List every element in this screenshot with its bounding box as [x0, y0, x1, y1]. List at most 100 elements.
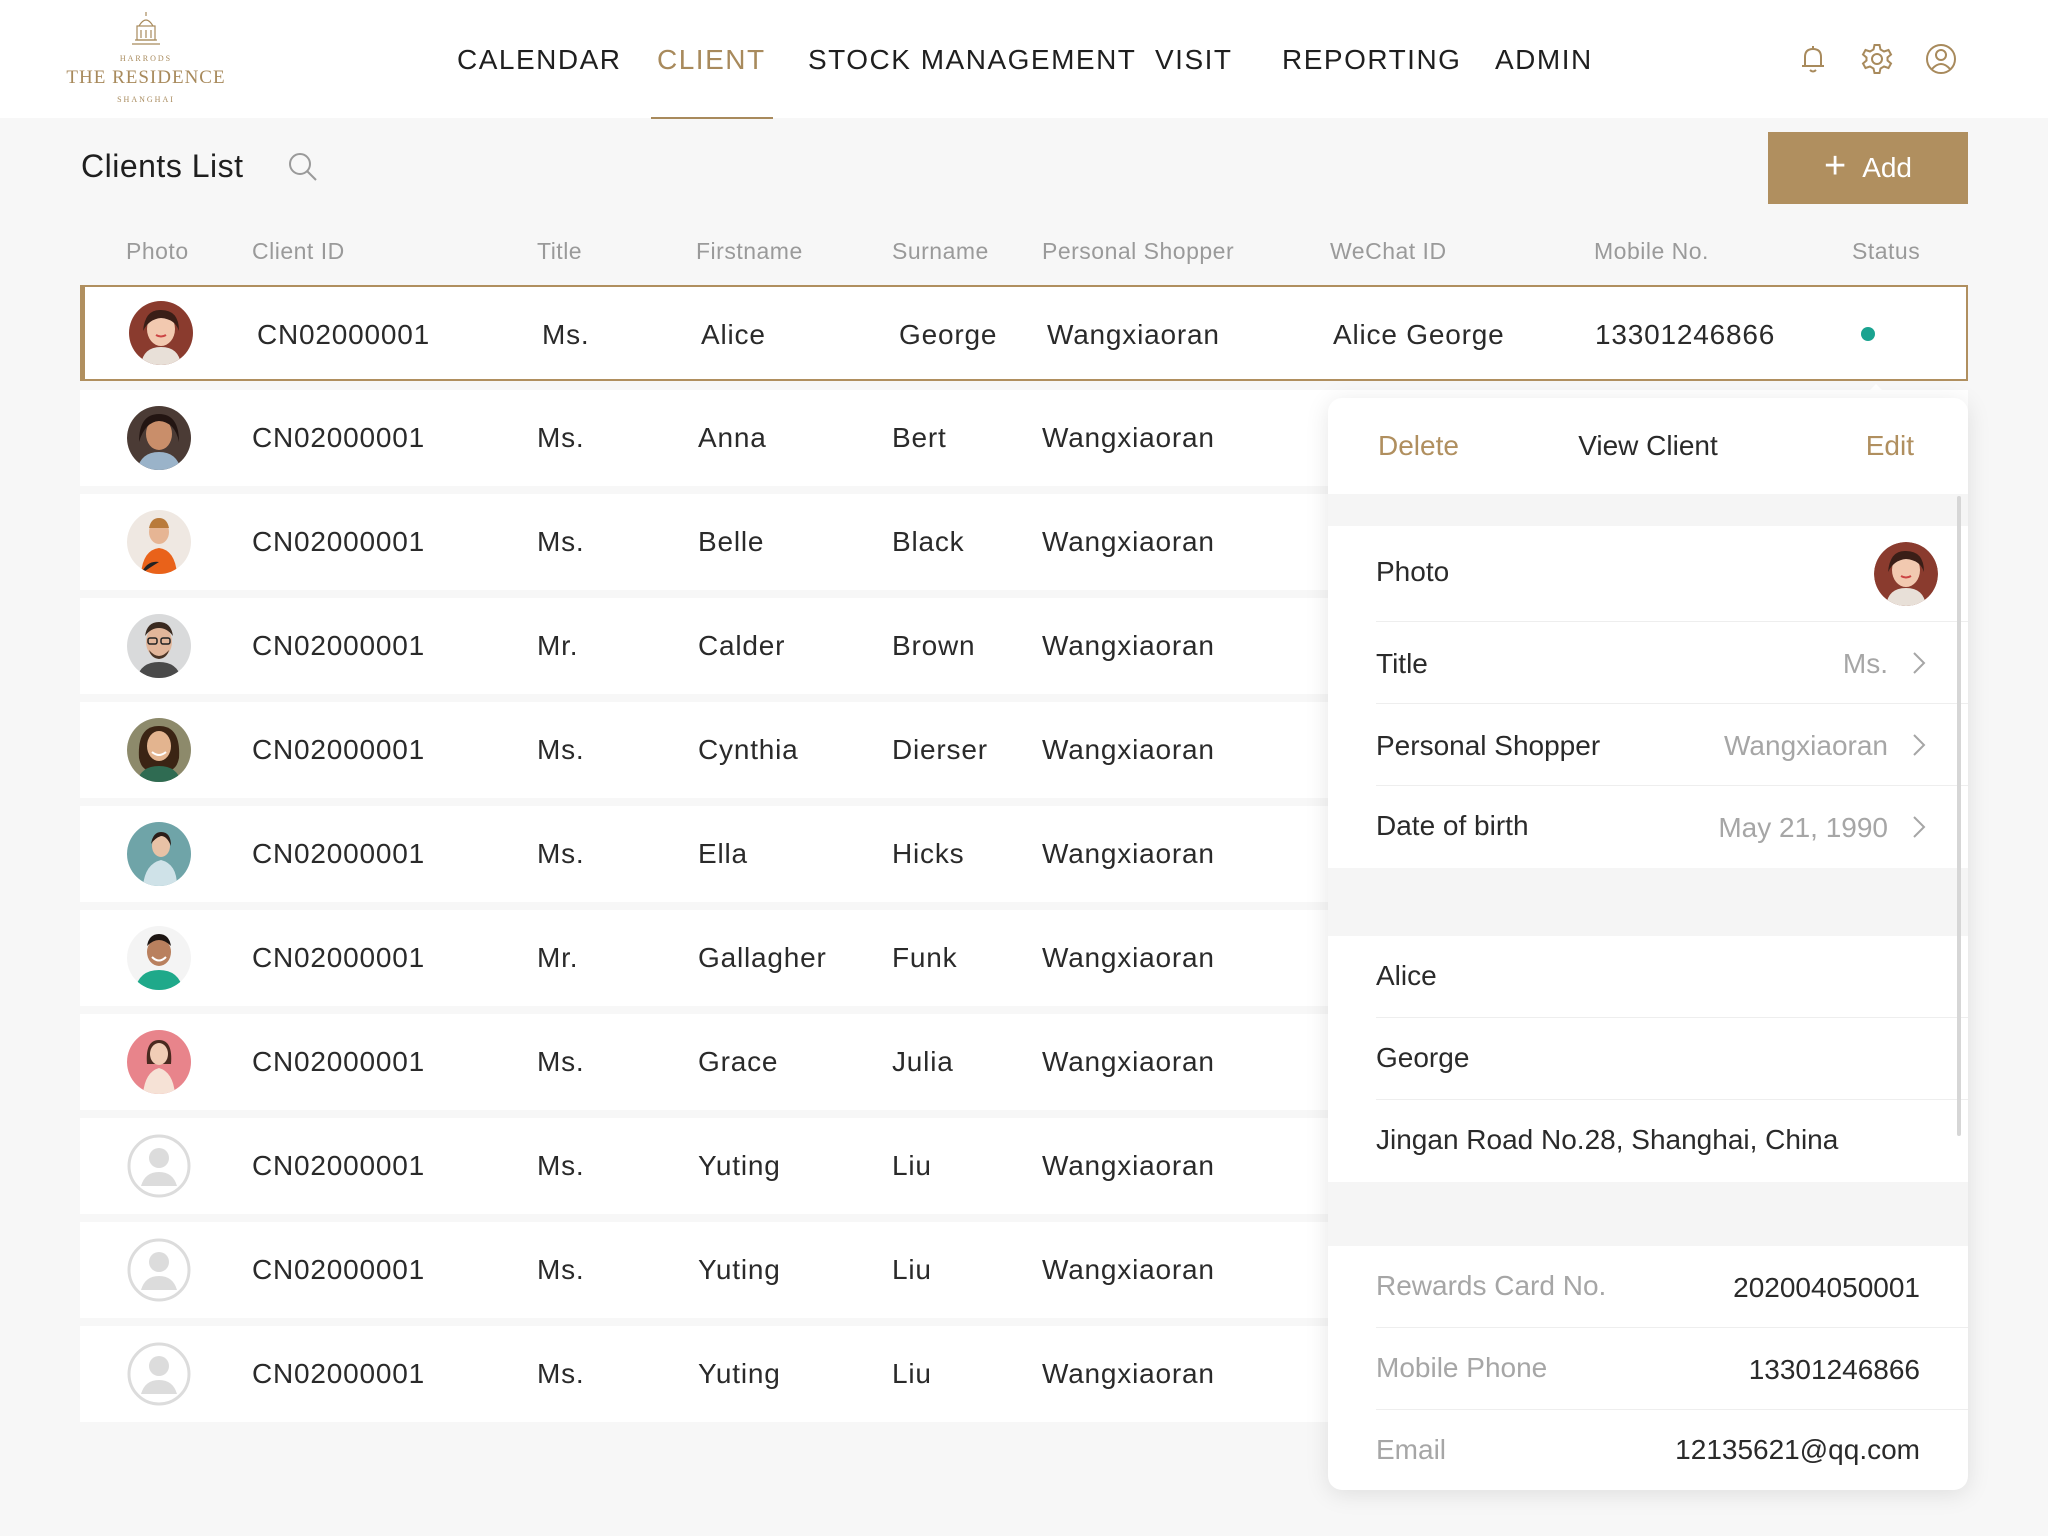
client-title: Ms.: [537, 1046, 585, 1077]
user-icon[interactable]: [1924, 42, 1958, 76]
address-value: Jingan Road No.28, Shanghai, China: [1376, 1124, 1839, 1155]
chevron-right-icon: [1913, 816, 1926, 838]
nav-calendar[interactable]: CALENDAR: [457, 44, 621, 76]
top-bar: HARRODS THE RESIDENCE SHANGHAI CALENDAR …: [0, 0, 2048, 119]
column-status[interactable]: Status: [1852, 238, 1920, 265]
client-firstname: Alice: [701, 319, 766, 350]
client-surname: Liu: [892, 1358, 932, 1389]
nav-stock-management[interactable]: STOCK MANAGEMENT: [808, 44, 1136, 76]
client-surname: Brown: [892, 630, 976, 661]
popover-scrollbar[interactable]: [1957, 496, 1961, 1136]
shopper-value: Wangxiaoran: [1724, 730, 1888, 761]
nav-admin[interactable]: ADMIN: [1495, 44, 1593, 76]
detail-address-row[interactable]: Jingan Road No.28, Shanghai, China: [1376, 1100, 1968, 1182]
surname-value: George: [1376, 1042, 1470, 1073]
client-surname: Funk: [892, 942, 958, 973]
client-avatar: [129, 301, 193, 365]
client-firstname: Cynthia: [698, 734, 799, 765]
view-client-popover: Delete View Client Edit Photo Title Ms. …: [1328, 398, 1968, 1490]
crest-icon: [132, 12, 160, 45]
column-surname[interactable]: Surname: [892, 238, 989, 265]
client-firstname: Calder: [698, 630, 786, 661]
client-avatar: [127, 510, 191, 574]
gear-icon[interactable]: [1860, 42, 1894, 76]
column-client-id[interactable]: Client ID: [252, 238, 345, 265]
photo-label: Photo: [1376, 556, 1450, 587]
title-label: Title: [1376, 648, 1428, 679]
table-row-selected[interactable]: CN02000001 Ms. Alice George Wangxiaoran …: [80, 285, 1968, 381]
detail-photo-row[interactable]: Photo: [1376, 526, 1968, 622]
client-surname: George: [899, 319, 998, 350]
client-id: CN02000001: [252, 1150, 426, 1181]
bell-icon[interactable]: [1796, 42, 1830, 76]
detail-email-row: Email 12135621@qq.com: [1376, 1410, 1968, 1490]
client-title: Ms.: [542, 319, 590, 350]
client-surname: Bert: [892, 422, 947, 453]
detail-title-row[interactable]: Title Ms.: [1376, 622, 1968, 704]
client-title: Ms.: [537, 526, 585, 557]
placeholder-avatar-icon: [127, 1134, 191, 1198]
brand-top-text: HARRODS: [119, 54, 173, 63]
client-mobile: 13301246866: [1595, 319, 1776, 350]
column-personal-shopper[interactable]: Personal Shopper: [1042, 238, 1234, 265]
search-icon[interactable]: [287, 151, 319, 183]
detail-dob-row[interactable]: Date of birth May 21, 1990: [1376, 786, 1968, 868]
add-client-button[interactable]: + Add: [1768, 132, 1968, 204]
detail-surname-row[interactable]: George: [1376, 1018, 1968, 1100]
column-firstname[interactable]: Firstname: [696, 238, 803, 265]
client-avatar: [127, 718, 191, 782]
mobile-label: Mobile Phone: [1376, 1352, 1548, 1383]
client-surname: Dierser: [892, 734, 988, 765]
nav-client[interactable]: CLIENT: [657, 44, 766, 76]
client-personal-shopper: Wangxiaoran: [1042, 1254, 1215, 1285]
client-firstname: Yuting: [698, 1358, 781, 1389]
brand-name: THE RESIDENCE: [66, 67, 226, 88]
client-avatar: [127, 1030, 191, 1094]
active-nav-indicator: [651, 117, 773, 119]
client-id: CN02000001: [252, 1358, 426, 1389]
client-title: Mr.: [537, 942, 579, 973]
edit-button[interactable]: Edit: [1866, 430, 1914, 462]
client-photo[interactable]: [1874, 542, 1938, 606]
column-mobile-no[interactable]: Mobile No.: [1594, 238, 1709, 265]
client-id: CN02000001: [252, 422, 426, 453]
client-title: Ms.: [537, 1358, 585, 1389]
detail-mobile-row: Mobile Phone 13301246866: [1376, 1328, 1968, 1410]
client-title: Ms.: [537, 838, 585, 869]
client-avatar: [127, 406, 191, 470]
detail-firstname-row[interactable]: Alice: [1376, 936, 1968, 1018]
client-personal-shopper: Wangxiaoran: [1042, 942, 1215, 973]
dob-label: Date of birth: [1376, 810, 1529, 841]
client-avatar: [127, 614, 191, 678]
client-surname: Liu: [892, 1254, 932, 1285]
mobile-value: 13301246866: [1748, 1354, 1920, 1385]
section-gap: [1328, 868, 1968, 936]
nav-visit[interactable]: VISIT: [1155, 44, 1233, 76]
add-button-label: Add: [1862, 152, 1913, 183]
client-personal-shopper: Wangxiaoran: [1042, 526, 1215, 557]
column-photo[interactable]: Photo: [126, 238, 189, 265]
client-surname: Hicks: [892, 838, 965, 869]
brand-logo[interactable]: HARRODS THE RESIDENCE SHANGHAI: [66, 8, 226, 116]
column-wechat-id[interactable]: WeChat ID: [1330, 238, 1447, 265]
status-active-indicator: [1861, 327, 1875, 341]
email-label: Email: [1376, 1434, 1447, 1465]
chevron-right-icon: [1913, 734, 1926, 756]
detail-rewards-row: Rewards Card No. 202004050001: [1376, 1246, 1968, 1328]
popover-header: Delete View Client Edit: [1328, 398, 1968, 494]
chevron-right-icon: [1913, 652, 1926, 674]
client-id: CN02000001: [252, 1254, 426, 1285]
client-firstname: Anna: [698, 422, 767, 453]
client-id: CN02000001: [252, 838, 426, 869]
title-value: Ms.: [1842, 648, 1888, 679]
rewards-value: 202004050001: [1733, 1272, 1920, 1303]
nav-reporting[interactable]: REPORTING: [1282, 44, 1461, 76]
client-surname: Liu: [892, 1150, 932, 1181]
client-id: CN02000001: [252, 526, 426, 557]
client-avatar: [127, 926, 191, 990]
plus-icon: +: [1823, 145, 1847, 187]
client-id: CN02000001: [257, 319, 431, 350]
column-title[interactable]: Title: [537, 238, 582, 265]
client-firstname: Grace: [698, 1046, 779, 1077]
detail-shopper-row[interactable]: Personal Shopper Wangxiaoran: [1376, 704, 1968, 786]
